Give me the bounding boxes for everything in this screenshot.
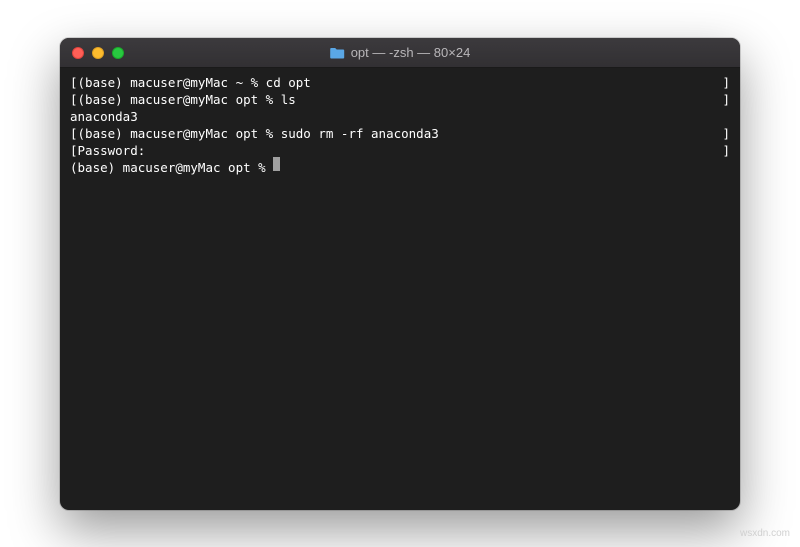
minimize-button[interactable] (92, 47, 104, 59)
terminal-content[interactable]: [(base) macuser@myMac ~ % cd opt ] [(bas… (60, 68, 740, 510)
watermark: wsxdn.com (740, 528, 790, 539)
terminal-line: [Password: ] (70, 142, 730, 159)
maximize-button[interactable] (112, 47, 124, 59)
terminal-line: anaconda3 (70, 108, 730, 125)
cursor (273, 157, 280, 171)
title-bar[interactable]: opt — -zsh — 80×24 (60, 38, 740, 68)
terminal-line: [(base) macuser@myMac ~ % cd opt ] (70, 74, 730, 91)
terminal-line: [(base) macuser@myMac opt % sudo rm -rf … (70, 125, 730, 142)
terminal-prompt-line: (base) macuser@myMac opt % (70, 159, 730, 176)
terminal-window: opt — -zsh — 80×24 [(base) macuser@myMac… (60, 38, 740, 510)
close-button[interactable] (72, 47, 84, 59)
window-title-text: opt — -zsh — 80×24 (351, 45, 471, 60)
terminal-prompt: (base) macuser@myMac opt % (70, 159, 273, 176)
folder-icon (330, 47, 345, 59)
traffic-lights (60, 47, 124, 59)
terminal-line: [(base) macuser@myMac opt % ls ] (70, 91, 730, 108)
window-title: opt — -zsh — 80×24 (330, 45, 471, 60)
